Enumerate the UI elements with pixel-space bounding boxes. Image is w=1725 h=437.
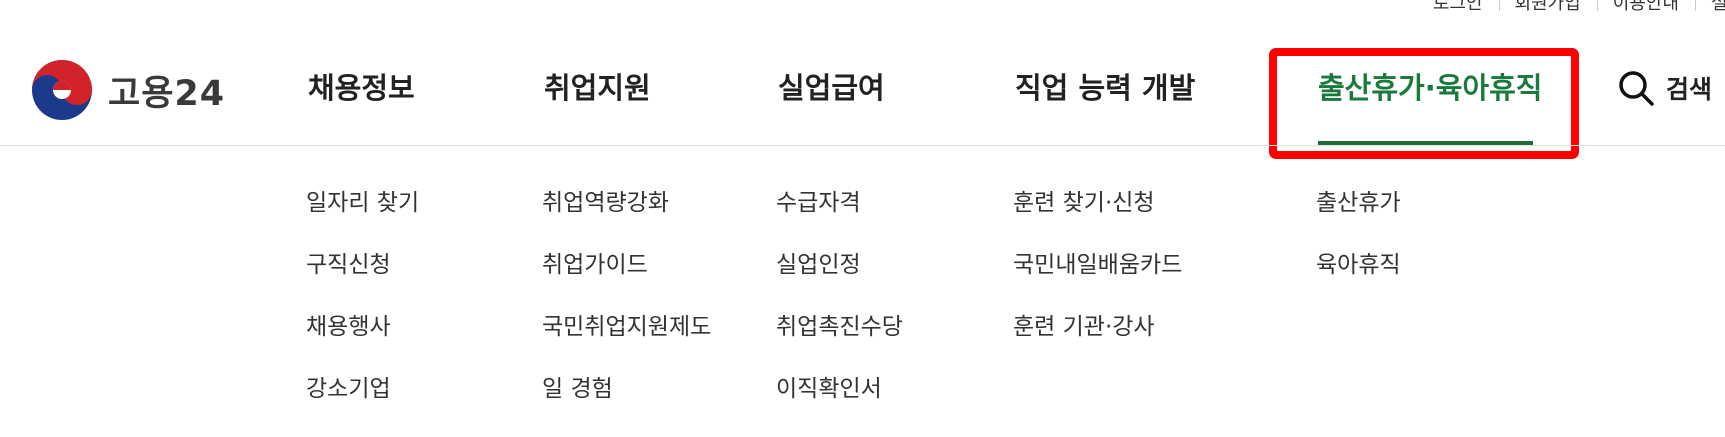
submenu-item[interactable]: 국민취업지원제도	[542, 311, 711, 373]
submenu-item[interactable]: 취업촉진수당	[776, 311, 903, 373]
search-icon	[1619, 71, 1654, 106]
gnb-recruit-info[interactable]: 채용정보	[308, 66, 415, 110]
submenu-item[interactable]: 이직확인서	[776, 373, 903, 435]
search-button[interactable]: 검색	[1616, 66, 1712, 110]
submenu-employment-support: 취업역량강화 취업가이드 국민취업지원제도 일 경험	[542, 187, 711, 435]
submenu-vocational-training: 훈련 찾기·신청 국민내일배움카드 훈련 기관·강사	[1013, 187, 1182, 373]
taegeuk-logo-icon	[32, 60, 92, 120]
submenu-item[interactable]: 구직신청	[306, 249, 419, 311]
settings-link[interactable]: 설정	[1695, 0, 1725, 15]
submenu-item[interactable]: 실업인정	[776, 249, 903, 311]
submenu-item[interactable]: 일 경험	[542, 373, 711, 435]
submenu-recruit-info: 일자리 찾기 구직신청 채용행사 강소기업	[306, 187, 419, 435]
signup-link[interactable]: 회원가입	[1498, 0, 1597, 15]
login-link[interactable]: 로그인	[1417, 0, 1499, 15]
submenu-item[interactable]: 취업역량강화	[542, 187, 711, 249]
site-logo[interactable]: 고용24	[30, 58, 225, 122]
submenu-unemployment-benefit: 수급자격 실업인정 취업촉진수당 이직확인서	[776, 187, 903, 435]
submenu-item[interactable]: 출산휴가	[1316, 187, 1401, 249]
highlight-annotation	[1269, 48, 1579, 159]
submenu-item[interactable]: 수급자격	[776, 187, 903, 249]
submenu-item[interactable]: 훈련 찾기·신청	[1013, 187, 1182, 249]
submenu-item[interactable]: 일자리 찾기	[306, 187, 419, 249]
gnb-vocational-training[interactable]: 직업 능력 개발	[1015, 66, 1195, 110]
utility-bar: 로그인 회원가입 이용안내 설정	[1417, 0, 1725, 16]
search-label: 검색	[1666, 75, 1713, 104]
gnb-unemployment-benefit[interactable]: 실업급여	[778, 66, 885, 110]
submenu-item[interactable]: 채용행사	[306, 311, 419, 373]
guide-link[interactable]: 이용안내	[1596, 0, 1695, 15]
submenu-item[interactable]: 육아휴직	[1316, 249, 1401, 311]
submenu-maternity-parental-leave: 출산휴가 육아휴직	[1316, 187, 1401, 311]
submenu-item[interactable]: 취업가이드	[542, 249, 711, 311]
header-divider	[0, 145, 1725, 146]
logo-text: 고용24	[108, 73, 226, 114]
submenu-item[interactable]: 강소기업	[306, 373, 419, 435]
gnb-employment-support[interactable]: 취업지원	[544, 66, 651, 110]
submenu-item[interactable]: 국민내일배움카드	[1013, 249, 1182, 311]
submenu-item[interactable]: 훈련 기관·강사	[1013, 311, 1182, 373]
